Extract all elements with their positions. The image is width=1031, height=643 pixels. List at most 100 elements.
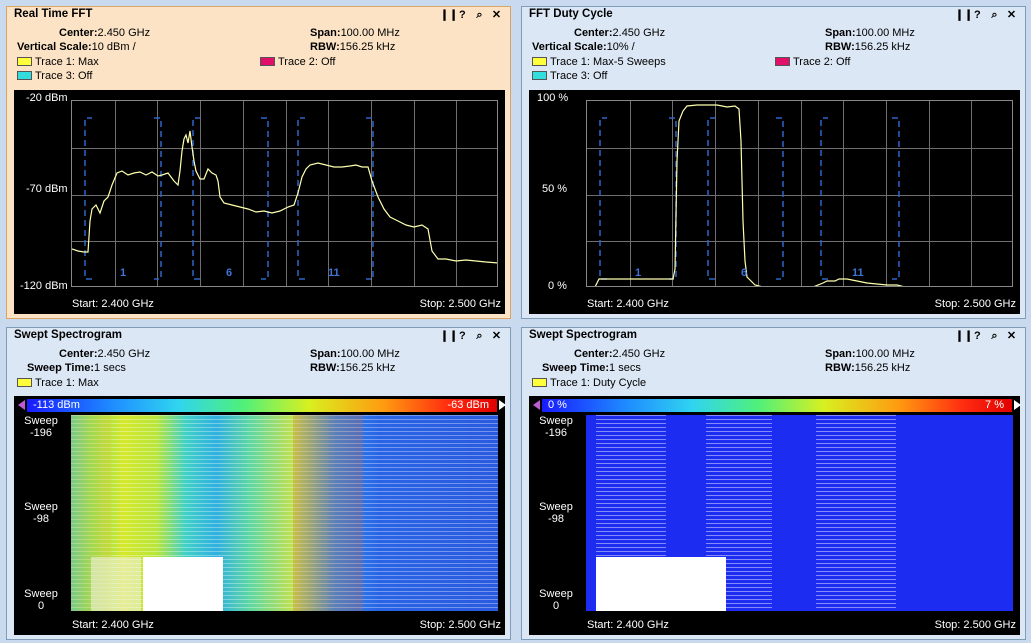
- close-icon[interactable]: ✕: [1006, 8, 1017, 21]
- center-value: 2.450 GHz: [97, 27, 151, 39]
- duty-display[interactable]: 100 % 50 % 0 % 1 6 11 Start: 2.400 GHz S…: [529, 90, 1020, 314]
- waterfall-image: [586, 415, 1013, 611]
- vscale-label: Vertical Scale:: [532, 41, 607, 53]
- trace1-label: Trace 1: Duty Cycle: [550, 377, 647, 389]
- rbw-label: RBW:: [310, 41, 340, 53]
- fft-plot-area[interactable]: 1 6 11: [71, 100, 498, 287]
- channel-1-label: 1: [635, 267, 642, 279]
- sweep-mid-text: Sweep -98: [24, 501, 58, 525]
- center-value: 2.450 GHz: [612, 348, 666, 360]
- sweep-mid-text: Sweep -98: [539, 501, 573, 525]
- trace3-swatch: [532, 71, 547, 80]
- trace1-legend[interactable]: Trace 1: Max: [17, 377, 99, 389]
- sweep-mid-label: Sweep -98: [20, 501, 62, 525]
- color-scale-bar[interactable]: -113 dBm -63 dBm: [18, 399, 506, 412]
- vscale-readout: Vertical Scale:10% /: [532, 41, 635, 53]
- spectrogram-titlebar[interactable]: Swept Spectrogram ❙❙ ? ⌕ ✕: [522, 328, 1025, 345]
- plot-grid: [72, 101, 497, 286]
- color-scale-max: 7 %: [985, 399, 1004, 411]
- duty-cycle-titlebar[interactable]: FFT Duty Cycle ❙❙ ? ⌕ ✕: [522, 7, 1025, 24]
- center-label: Center:: [59, 27, 98, 39]
- vscale-value: 10 dBm /: [91, 41, 136, 53]
- channel-6-marker: [707, 117, 784, 280]
- channel-1-label: 1: [120, 267, 127, 279]
- color-scale-max: -63 dBm: [447, 399, 489, 411]
- close-icon[interactable]: ✕: [491, 329, 502, 342]
- spectrogram-waterfall[interactable]: [586, 415, 1013, 611]
- help-icon[interactable]: ?: [457, 330, 468, 342]
- pause-icon[interactable]: ❙❙: [955, 329, 973, 342]
- sweep-time-readout: Sweep Time:1 secs: [542, 362, 641, 374]
- sweep-top-text: Sweep -196: [24, 415, 58, 439]
- trace1-swatch: [532, 57, 547, 66]
- pause-icon[interactable]: ❙❙: [440, 8, 458, 21]
- span-value: 100.00 MHz: [340, 348, 400, 360]
- scale-right-arrow-icon[interactable]: [1014, 400, 1021, 410]
- pause-icon[interactable]: ❙❙: [955, 8, 973, 21]
- scale-left-arrow-icon[interactable]: [18, 400, 25, 410]
- pause-icon[interactable]: ❙❙: [440, 329, 458, 342]
- sweep-top-text: Sweep -196: [539, 415, 573, 439]
- trace1-swatch: [17, 378, 32, 387]
- help-icon[interactable]: ?: [972, 9, 983, 21]
- sweep-time-readout: Sweep Time:1 secs: [27, 362, 126, 374]
- color-scale-bar[interactable]: 0 % 7 %: [533, 399, 1021, 412]
- close-icon[interactable]: ✕: [491, 8, 502, 21]
- window-buttons: ❙❙ ? ⌕ ✕: [955, 8, 1017, 22]
- rbw-readout: RBW:156.25 kHz: [825, 41, 910, 53]
- spectrogram-titlebar[interactable]: Swept Spectrogram ❙❙ ? ⌕ ✕: [7, 328, 510, 345]
- help-icon[interactable]: ?: [972, 330, 983, 342]
- close-icon[interactable]: ✕: [1006, 329, 1017, 342]
- waterfall-saturation-block: [143, 557, 223, 611]
- trace2-swatch: [775, 57, 790, 66]
- zoom-icon[interactable]: ⌕: [989, 9, 1000, 22]
- spectrogram-waterfall[interactable]: [71, 415, 498, 611]
- sweep-bottom-label: Sweep 0: [20, 588, 62, 612]
- trace1-legend[interactable]: Trace 1: Duty Cycle: [532, 377, 646, 389]
- channel-markers: [84, 117, 374, 280]
- zoom-icon[interactable]: ⌕: [474, 330, 485, 343]
- spectrogram-dbm-panel[interactable]: Swept Spectrogram ❙❙ ? ⌕ ✕ Center:2.450 …: [6, 327, 511, 640]
- window-buttons: ❙❙ ? ⌕ ✕: [440, 329, 502, 343]
- duty-trace-svg: [587, 101, 1012, 286]
- span-label: Span:: [825, 348, 856, 360]
- window-buttons: ❙❙ ? ⌕ ✕: [955, 329, 1017, 343]
- spectrogram-display[interactable]: -113 dBm -63 dBm Sweep -196 Sweep -98 Sw…: [14, 396, 506, 635]
- window-buttons: ❙❙ ? ⌕ ✕: [440, 8, 502, 22]
- channel-11-marker: [820, 117, 900, 280]
- trace1-legend[interactable]: Trace 1: Max-5 Sweeps: [532, 56, 666, 68]
- zoom-icon[interactable]: ⌕: [474, 9, 485, 22]
- spectrogram-display[interactable]: 0 % 7 % Sweep -196 Sweep -98 Sweep 0 Sta…: [529, 396, 1021, 635]
- realtime-fft-panel[interactable]: Real Time FFT ❙❙ ? ⌕ ✕ Center:2.450 GHz …: [6, 6, 511, 319]
- trace2-legend[interactable]: Trace 2: Off: [260, 56, 335, 68]
- scale-left-arrow-icon[interactable]: [533, 400, 540, 410]
- center-readout: Center:2.450 GHz: [574, 348, 665, 360]
- y-bottom-label: 0 %: [548, 280, 567, 292]
- duty-cycle-panel[interactable]: FFT Duty Cycle ❙❙ ? ⌕ ✕ Center:2.450 GHz…: [521, 6, 1026, 319]
- trace2-legend[interactable]: Trace 2: Off: [775, 56, 850, 68]
- trace3-legend[interactable]: Trace 3: Off: [532, 70, 607, 82]
- trace1-label: Trace 1: Max: [35, 56, 99, 68]
- span-value: 100.00 MHz: [340, 27, 400, 39]
- trace1-legend[interactable]: Trace 1: Max: [17, 56, 99, 68]
- vscale-readout: Vertical Scale:10 dBm /: [17, 41, 136, 53]
- sweep-bottom-text: Sweep 0: [539, 588, 573, 612]
- zoom-icon[interactable]: ⌕: [989, 330, 1000, 343]
- scale-right-arrow-icon[interactable]: [499, 400, 506, 410]
- rbw-label: RBW:: [825, 41, 855, 53]
- span-label: Span:: [310, 27, 341, 39]
- help-icon[interactable]: ?: [457, 9, 468, 21]
- channel-markers: [599, 117, 900, 280]
- sweep-top-label: Sweep -196: [535, 415, 577, 439]
- spectrogram-duty-panel[interactable]: Swept Spectrogram ❙❙ ? ⌕ ✕ Center:2.450 …: [521, 327, 1026, 640]
- trace2-label: Trace 2: Off: [793, 56, 851, 68]
- y-bottom-label: -120 dBm: [20, 280, 68, 292]
- center-label: Center:: [574, 27, 613, 39]
- waterfall-band-ch11: [816, 415, 896, 611]
- trace3-legend[interactable]: Trace 3: Off: [17, 70, 92, 82]
- fft-display[interactable]: -20 dBm -70 dBm -120 dBm 1 6 11 Start: 2…: [14, 90, 505, 314]
- span-label: Span:: [310, 348, 341, 360]
- duty-plot-area[interactable]: 1 6 11: [586, 100, 1013, 287]
- y-mid-label: -70 dBm: [26, 183, 68, 195]
- realtime-fft-titlebar[interactable]: Real Time FFT ❙❙ ? ⌕ ✕: [7, 7, 510, 24]
